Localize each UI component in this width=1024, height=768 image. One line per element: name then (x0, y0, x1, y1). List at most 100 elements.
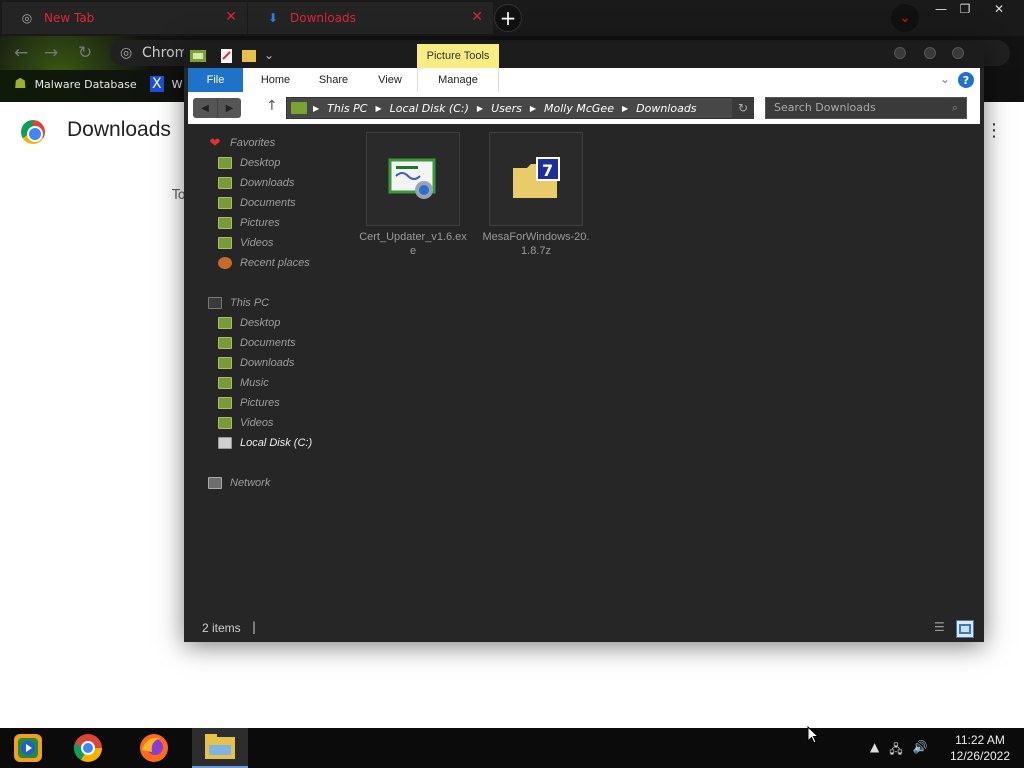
tab-downloads[interactable]: ⬇ Downloads ✕ (248, 2, 493, 34)
refresh-icon[interactable]: ↻ (732, 97, 754, 119)
nav-pc-local-disk[interactable]: Local Disk (C:) (218, 434, 312, 452)
nav-fav-recent[interactable]: Recent places (218, 254, 310, 272)
new-folder-icon[interactable] (242, 48, 256, 65)
desktop-icon (218, 317, 232, 329)
nav-fav-desktop[interactable]: Desktop (218, 154, 280, 172)
show-hidden-icons-icon[interactable]: ▲ (870, 740, 879, 761)
nav-fav-downloads[interactable]: Downloads (218, 174, 294, 192)
page-title: Downloads (67, 118, 171, 141)
close-tab-icon[interactable]: ✕ (471, 9, 483, 25)
nav-label: Pictures (240, 217, 280, 229)
search-icon[interactable]: ⌕ (944, 98, 966, 118)
tab-home[interactable]: Home (248, 68, 303, 92)
breadcrumb-separator: ▶ (476, 103, 484, 113)
properties-icon[interactable] (220, 48, 234, 67)
details-view-icon[interactable]: ☰ (934, 620, 950, 636)
music-folder-icon (218, 377, 232, 389)
nav-pc-videos[interactable]: Videos (218, 414, 273, 432)
search-input[interactable]: Search Downloads (765, 97, 967, 119)
documents-folder-icon (218, 197, 232, 209)
clock-time: 11:22 AM (955, 733, 1005, 747)
nav-pc-documents[interactable]: Documents (218, 334, 296, 352)
network-icon[interactable]: 🖧 (889, 740, 902, 761)
windows-media-icon (14, 734, 42, 762)
breadcrumb-local-disk[interactable]: Local Disk (C:) (390, 102, 469, 115)
nav-pc-music[interactable]: Music (218, 374, 269, 392)
volume-icon[interactable]: 🔊 (913, 740, 928, 761)
tab-share[interactable]: Share (306, 68, 361, 92)
downloads-folder-icon (218, 177, 232, 189)
nav-fav-documents[interactable]: Documents (218, 194, 296, 212)
nav-pc-pictures[interactable]: Pictures (218, 394, 280, 412)
skull-icon: ☗ (14, 76, 27, 92)
breadcrumb-separator: ▶ (313, 103, 320, 113)
pictures-folder-icon (218, 397, 232, 409)
taskbar-firefox[interactable] (126, 728, 182, 768)
new-tab-button[interactable]: + (494, 4, 522, 32)
nav-fav-pictures[interactable]: Pictures (218, 214, 280, 232)
nav-pc-desktop[interactable]: Desktop (218, 314, 280, 332)
nav-label: Local Disk (C:) (240, 437, 313, 449)
nav-this-pc[interactable]: This PC (208, 294, 269, 312)
chrome-tab-strip: ◎ New Tab ✕ ⬇ Downloads ✕ + ⌄ — ❐ ✕ (0, 0, 1024, 36)
item-count: 2 items (202, 621, 241, 635)
profile-avatar[interactable]: ⌄ (891, 4, 919, 32)
back-arrow-icon[interactable]: ← (14, 43, 28, 63)
large-icons-view-icon[interactable] (956, 620, 974, 638)
tab-new-tab[interactable]: ◎ New Tab ✕ (2, 2, 247, 34)
tab-label: New Tab (44, 11, 95, 25)
certificate-exe-icon (388, 158, 436, 199)
reload-icon[interactable]: ↻ (78, 43, 92, 63)
forward-arrow-icon[interactable]: ▶ (217, 98, 241, 118)
nav-label: Desktop (240, 157, 281, 169)
mouse-cursor-icon (807, 726, 819, 744)
nav-network[interactable]: Network (208, 474, 270, 492)
restore-button[interactable]: ❐ (948, 0, 982, 18)
nav-label: Favorites (230, 137, 276, 149)
tab-file[interactable]: File (188, 68, 243, 92)
tab-manage[interactable]: Manage (417, 68, 499, 92)
back-arrow-icon[interactable]: ◀ (193, 98, 217, 118)
help-icon[interactable]: ? (958, 72, 974, 88)
bookmark-w[interactable]: X W (150, 76, 182, 92)
nav-favorites[interactable]: ❤ Favorites (208, 134, 276, 152)
nav-label: Downloads (240, 357, 295, 369)
minimize-button[interactable] (894, 47, 906, 59)
bookmark-malware-database[interactable]: ☗ Malware Database (14, 76, 137, 92)
up-arrow-icon[interactable]: ↑ (266, 98, 278, 114)
taskbar-chrome[interactable] (60, 728, 116, 768)
breadcrumb-user[interactable]: Molly McGee (544, 102, 614, 115)
network-icon (208, 477, 222, 489)
more-menu-icon[interactable]: ⋮ (985, 120, 1003, 141)
taskbar-media-app[interactable] (0, 728, 56, 768)
svg-text:7: 7 (542, 161, 553, 180)
file-item-mesa-archive[interactable]: 7 (489, 132, 583, 226)
close-window-button[interactable] (952, 47, 964, 59)
firefox-icon (140, 734, 168, 762)
nav-label: Downloads (240, 177, 295, 189)
tab-view[interactable]: View (364, 68, 416, 92)
close-tab-icon[interactable]: ✕ (225, 9, 237, 25)
file-item-cert-updater[interactable] (366, 132, 460, 226)
status-divider: | (252, 620, 257, 634)
expand-ribbon-icon[interactable]: ⌄ (940, 72, 950, 86)
customize-qat-icon[interactable]: ⌄ (264, 48, 274, 62)
taskbar: ▲ 🖧 🔊 11:22 AM 12/26/2022 (0, 728, 1024, 768)
forward-arrow-icon[interactable]: → (44, 43, 58, 63)
breadcrumb-users[interactable]: Users (491, 102, 522, 115)
ribbon-tabs: File Home Share View Manage ⌄ ? (188, 68, 980, 92)
nav-label: Videos (240, 237, 274, 249)
clock[interactable]: 11:22 AM 12/26/2022 (940, 732, 1020, 764)
picture-tools-context-tab: Picture Tools (417, 44, 499, 68)
maximize-button[interactable] (924, 47, 936, 59)
nav-fav-videos[interactable]: Videos (218, 234, 273, 252)
breadcrumb-downloads[interactable]: Downloads (636, 102, 696, 115)
clock-date: 12/26/2022 (949, 749, 1011, 763)
breadcrumb-this-pc[interactable]: This PC (327, 102, 367, 115)
explorer-title-bar[interactable]: ⌄ Picture Tools (184, 42, 984, 68)
address-bar[interactable]: ▶ This PC ▶ Local Disk (C:) ▶ Users ▶ Mo… (286, 97, 754, 119)
taskbar-file-explorer[interactable] (192, 728, 248, 768)
nav-pc-downloads[interactable]: Downloads (218, 354, 294, 372)
omnibox-text: Chrom (142, 45, 189, 61)
close-window-button[interactable]: ✕ (982, 0, 1016, 18)
